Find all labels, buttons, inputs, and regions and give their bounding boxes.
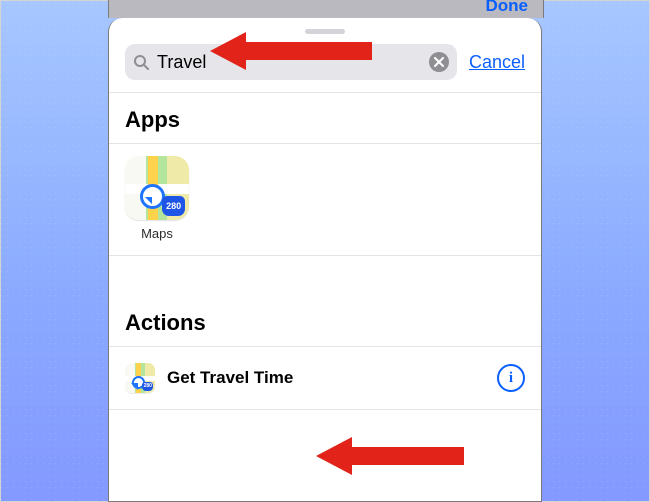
app-maps[interactable]: 280 Maps — [125, 156, 189, 241]
done-button-behind: Done — [486, 0, 529, 16]
cancel-button[interactable]: Cancel — [469, 52, 525, 73]
sheet-grabber[interactable] — [305, 29, 345, 34]
divider — [109, 409, 541, 410]
clear-search-button[interactable] — [429, 52, 449, 72]
apps-row: 280 Maps — [109, 144, 541, 255]
actions-section-title: Actions — [109, 296, 541, 346]
underlying-nav-bar — [108, 0, 544, 18]
search-input[interactable] — [155, 51, 429, 74]
action-get-travel-time[interactable]: 280 Get Travel Time i — [109, 347, 541, 409]
search-field[interactable] — [125, 44, 457, 80]
search-row: Cancel — [109, 44, 541, 92]
info-button[interactable]: i — [497, 364, 525, 392]
search-icon — [133, 54, 149, 70]
maps-app-icon: 280 — [125, 156, 189, 220]
search-sheet: Cancel Apps 280 Maps Actions 280 Get Tra… — [108, 18, 542, 502]
close-icon — [434, 57, 444, 67]
info-icon: i — [509, 370, 513, 387]
maps-action-icon: 280 — [125, 363, 155, 393]
apps-section-title: Apps — [109, 93, 541, 143]
action-label: Get Travel Time — [167, 368, 497, 388]
app-label: Maps — [125, 226, 189, 241]
